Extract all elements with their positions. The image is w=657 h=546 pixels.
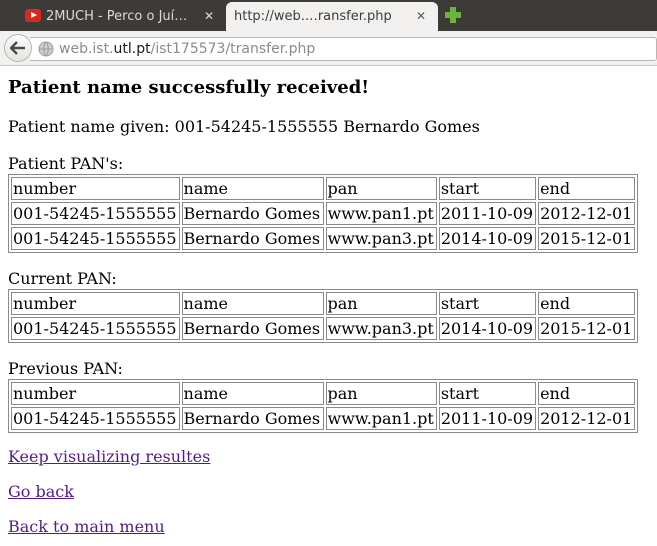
column-header: start xyxy=(438,382,537,405)
table-cell: 001-54245-1555555 xyxy=(11,317,180,340)
close-icon[interactable]: ✕ xyxy=(202,9,216,23)
table-row: 001-54245-1555555 Bernardo Gomes www.pan… xyxy=(11,227,636,250)
column-header: name xyxy=(181,292,324,315)
close-icon[interactable]: ✕ xyxy=(414,9,428,23)
patient-pans-label: Patient PAN's: xyxy=(8,154,124,173)
table-header-row: number name pan start end xyxy=(11,382,636,405)
table-cell: 2012-12-01 xyxy=(538,202,636,225)
table-row: 001-54245-1555555 Bernardo Gomes www.pan… xyxy=(11,317,636,340)
table-cell: 2011-10-09 xyxy=(438,202,537,225)
table-cell: 2012-12-01 xyxy=(538,407,636,430)
table-cell: 001-54245-1555555 xyxy=(11,202,180,225)
previous-pan-table: number name pan start end 001-54245-1555… xyxy=(8,379,639,433)
back-to-main-menu-link[interactable]: Back to main menu xyxy=(8,517,649,537)
table-cell: 2014-10-09 xyxy=(438,317,537,340)
go-back-link[interactable]: Go back xyxy=(8,482,649,502)
table-cell: 2015-12-01 xyxy=(538,317,636,340)
plus-icon xyxy=(445,7,461,23)
column-header: end xyxy=(538,382,636,405)
keep-visualizing-link[interactable]: Keep visualizing resultes xyxy=(8,447,649,467)
tab-transfer[interactable]: http://web.…ransfer.php ✕ xyxy=(226,2,438,31)
table-cell: www.pan3.pt xyxy=(325,227,437,250)
column-header: name xyxy=(181,382,324,405)
current-pan-label: Current PAN: xyxy=(8,269,117,288)
column-header: end xyxy=(538,292,636,315)
url-path: /ist175573/transfer.php xyxy=(150,41,316,57)
page-heading: Patient name successfully received! xyxy=(8,77,370,98)
column-header: pan xyxy=(325,382,437,405)
tab-title: http://web.…ransfer.php xyxy=(234,9,392,24)
url-domain-prefix: web.ist. xyxy=(59,41,114,57)
table-cell: www.pan1.pt xyxy=(325,202,437,225)
table-cell: Bernardo Gomes xyxy=(181,407,324,430)
column-header: start xyxy=(438,177,537,200)
table-cell: 2015-12-01 xyxy=(538,227,636,250)
column-header: number xyxy=(11,382,180,405)
tab-youtube[interactable]: 2MUCH - Perco o Juí… ✕ xyxy=(0,2,226,31)
new-tab-button[interactable] xyxy=(443,5,463,25)
url-domain: utl.pt xyxy=(113,41,151,57)
column-header: number xyxy=(11,177,180,200)
table-cell: 001-54245-1555555 xyxy=(11,407,180,430)
table-row: 001-54245-1555555 Bernardo Gomes www.pan… xyxy=(11,407,636,430)
youtube-icon xyxy=(25,9,41,22)
table-cell: Bernardo Gomes xyxy=(181,202,324,225)
column-header: number xyxy=(11,292,180,315)
page-content: Patient name successfully received! Pati… xyxy=(0,77,657,537)
previous-pan-label: Previous PAN: xyxy=(8,359,123,378)
address-bar[interactable]: web.ist.utl.pt/ist175573/transfer.php xyxy=(30,37,657,61)
table-row: 001-54245-1555555 Bernardo Gomes www.pan… xyxy=(11,202,636,225)
patient-pans-table: number name pan start end 001-54245-1555… xyxy=(8,174,639,253)
table-cell: 001-54245-1555555 xyxy=(11,227,180,250)
tab-title: 2MUCH - Perco o Juí… xyxy=(46,9,188,24)
column-header: name xyxy=(181,177,324,200)
navigation-bar: web.ist.utl.pt/ist175573/transfer.php xyxy=(0,31,657,66)
table-cell: 2011-10-09 xyxy=(438,407,537,430)
table-header-row: number name pan start end xyxy=(11,177,636,200)
column-header: pan xyxy=(325,177,437,200)
table-cell: www.pan3.pt xyxy=(325,317,437,340)
table-cell: Bernardo Gomes xyxy=(181,227,324,250)
tab-strip: 2MUCH - Perco o Juí… ✕ http://web.…ransf… xyxy=(0,0,657,31)
table-cell: Bernardo Gomes xyxy=(181,317,324,340)
table-cell: www.pan1.pt xyxy=(325,407,437,430)
table-cell: 2014-10-09 xyxy=(438,227,537,250)
column-header: start xyxy=(438,292,537,315)
globe-icon xyxy=(38,41,54,57)
column-header: pan xyxy=(325,292,437,315)
url-text: web.ist.utl.pt/ist175573/transfer.php xyxy=(59,41,315,57)
column-header: end xyxy=(538,177,636,200)
back-button[interactable] xyxy=(4,34,32,62)
patient-name-given: Patient name given: 001-54245-1555555 Be… xyxy=(8,117,480,136)
link-list: Keep visualizing resultes Go back Back t… xyxy=(8,447,649,537)
current-pan-table: number name pan start end 001-54245-1555… xyxy=(8,289,639,343)
arrow-left-icon xyxy=(10,41,25,55)
table-header-row: number name pan start end xyxy=(11,292,636,315)
